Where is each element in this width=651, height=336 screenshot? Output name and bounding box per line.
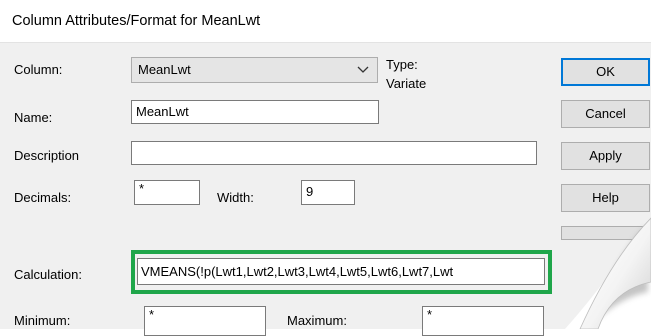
calculation-label: Calculation: (14, 267, 82, 282)
partial-button[interactable] (561, 226, 650, 240)
calculation-highlight (131, 250, 552, 294)
decimals-field[interactable]: * (134, 180, 200, 205)
minimum-field[interactable]: * (144, 306, 266, 336)
type-label: Type: (386, 57, 418, 72)
column-attributes-dialog: Column Attributes/Format for MeanLwt Col… (0, 0, 651, 336)
column-select-value: MeanLwt (138, 62, 191, 77)
decimals-label: Decimals: (14, 190, 72, 205)
apply-button[interactable]: Apply (561, 142, 650, 170)
minimum-label: Minimum: (14, 313, 71, 328)
type-value: Variate (386, 76, 427, 91)
description-field[interactable] (131, 141, 537, 165)
ok-button[interactable]: OK (561, 58, 650, 86)
title-bar: Column Attributes/Format for MeanLwt (0, 0, 651, 43)
column-select[interactable]: MeanLwt (131, 57, 378, 83)
help-button[interactable]: Help (561, 184, 650, 212)
chevron-down-icon (357, 58, 369, 90)
column-label: Column: (14, 62, 63, 77)
width-label: Width: (217, 190, 254, 205)
maximum-field[interactable]: * (422, 306, 544, 336)
dialog-title: Column Attributes/Format for MeanLwt (12, 13, 261, 29)
cancel-button[interactable]: Cancel (561, 100, 650, 128)
maximum-label: Maximum: (287, 313, 347, 328)
width-field[interactable]: 9 (301, 180, 355, 205)
name-field[interactable]: MeanLwt (131, 100, 379, 124)
description-label: Description (14, 148, 80, 163)
name-label: Name: (14, 110, 53, 125)
